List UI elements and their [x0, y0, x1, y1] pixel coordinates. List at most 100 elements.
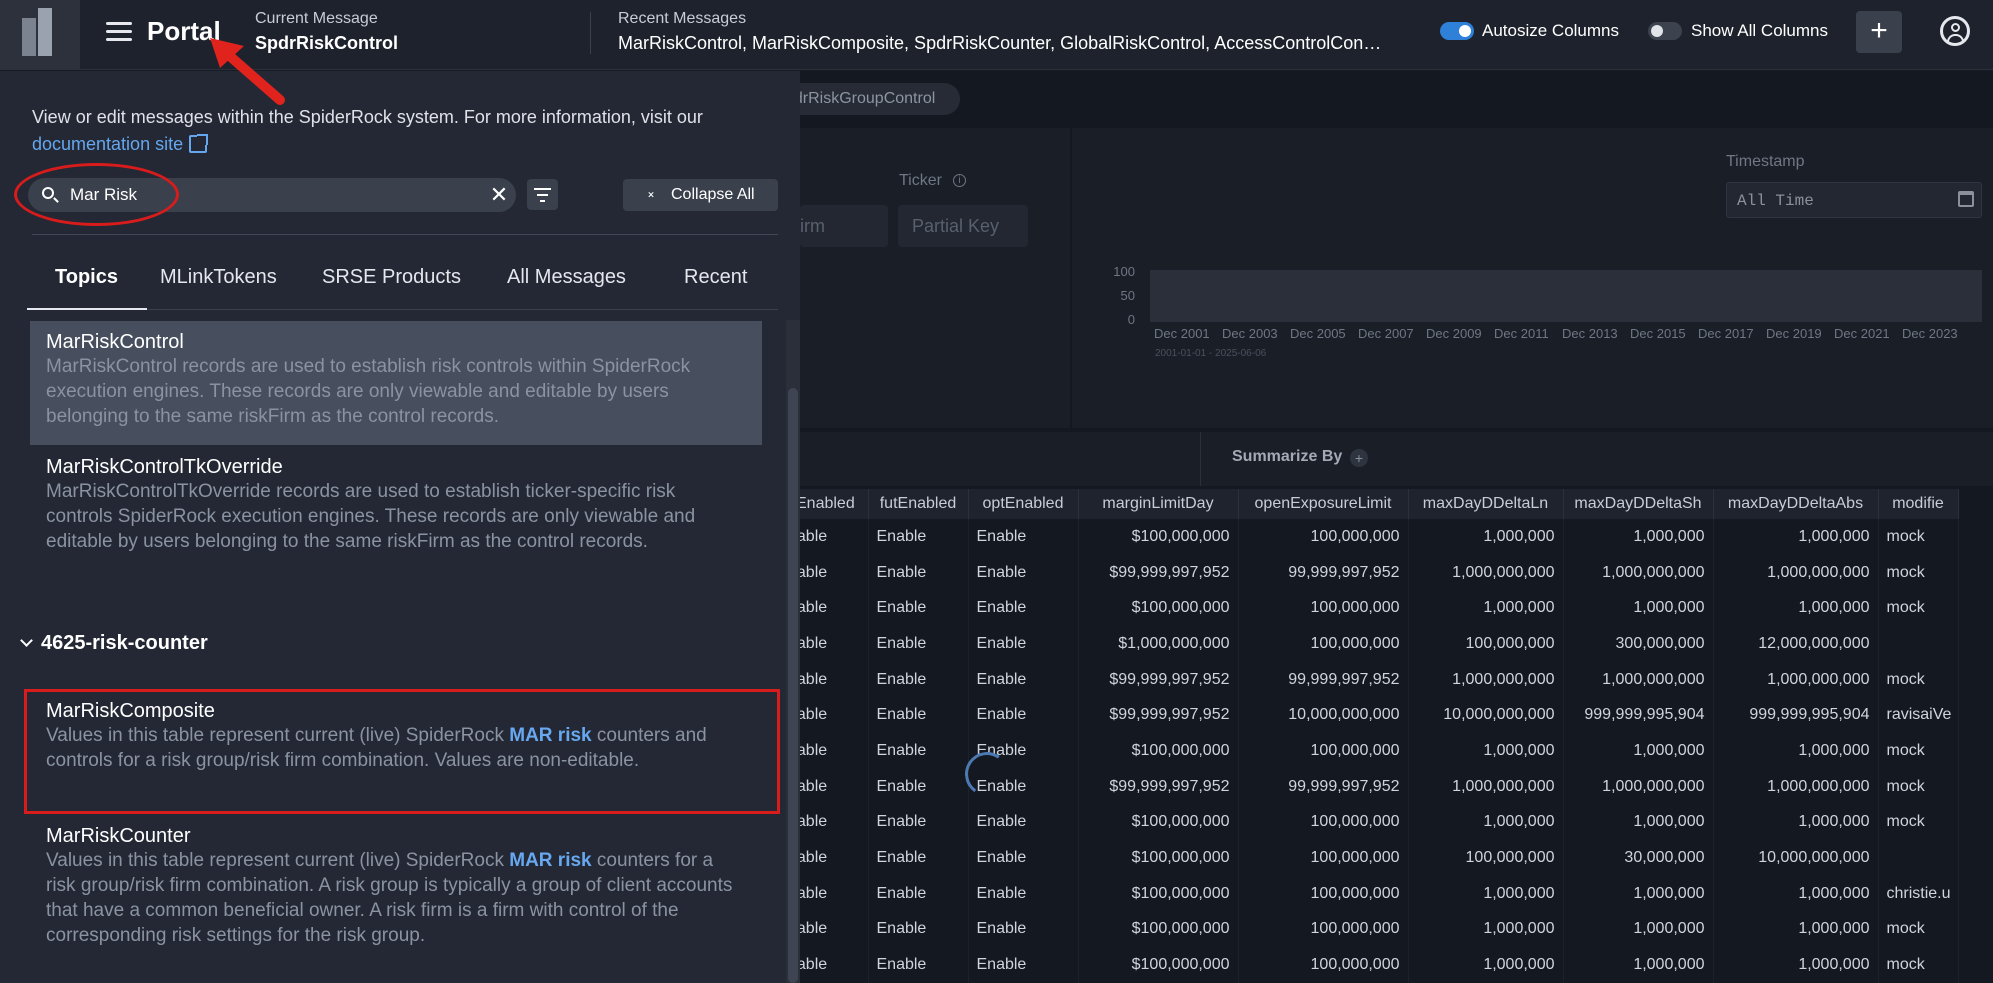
table-cell: mock — [1878, 590, 1959, 627]
tab-srse-products[interactable]: SRSE Products — [322, 266, 461, 289]
firm-input[interactable]: irm — [800, 205, 888, 247]
table-cell: 10,000,000,000 — [1238, 697, 1409, 734]
column-header[interactable]: marginLimitDay — [1078, 489, 1239, 519]
table-cell: $99,999,997,952 — [1078, 768, 1239, 805]
table-cell: 1,000,000 — [1408, 590, 1564, 627]
autosize-columns-label: Autosize Columns — [1482, 21, 1620, 40]
table-cell: 1,000,000,000 — [1408, 768, 1564, 805]
annotation-arrow — [210, 38, 285, 105]
table-row[interactable]: nable Enable Enable $99,999,997,952 99,999,9… — [780, 661, 1959, 698]
calendar-icon[interactable] — [1958, 191, 1974, 207]
tab-recent[interactable]: Recent — [684, 266, 747, 289]
table-cell: ravisaiVe — [1878, 697, 1959, 734]
table-cell: 99,999,997,952 — [1238, 554, 1409, 591]
scrollbar-thumb[interactable] — [788, 388, 798, 983]
filter-icon[interactable] — [527, 179, 558, 210]
item-title: MarRiskCounter — [46, 825, 191, 847]
active-tab-indicator — [27, 308, 147, 310]
column-header[interactable]: maxDayDDeltaLn — [1408, 489, 1564, 519]
table-row[interactable]: nable Enable Enable $99,999,997,952 10,000,0… — [780, 697, 1959, 734]
table-cell: Enable — [968, 911, 1079, 948]
table-cell: Enable — [968, 840, 1079, 876]
x-tick: Dec 2001 — [1154, 326, 1210, 341]
x-tick: Dec 2021 — [1834, 326, 1890, 341]
timestamp-input[interactable]: All Time — [1726, 182, 1982, 218]
x-tick: Dec 2009 — [1426, 326, 1482, 341]
table-row[interactable]: nable Enable Enable $100,000,000 100,000,000… — [780, 519, 1959, 555]
table-cell: 1,000,000 — [1713, 519, 1879, 555]
ticker-label: Ticker — [899, 172, 942, 189]
x-tick: Dec 2013 — [1562, 326, 1618, 341]
table-row[interactable]: nable Enable Enable $100,000,000 100,000,000… — [780, 733, 1959, 769]
table-cell: 100,000,000 — [1238, 590, 1409, 627]
autosize-columns-toggle[interactable] — [1440, 22, 1474, 40]
column-header[interactable]: maxDayDDeltaSh — [1563, 489, 1714, 519]
intro-text: View or edit messages within the SpiderR… — [32, 107, 703, 127]
table-cell: $1,000,000,000 — [1078, 626, 1239, 662]
x-tick: Dec 2015 — [1630, 326, 1686, 341]
column-header[interactable]: openExposureLimit — [1238, 489, 1409, 519]
list-item-marriskcontrol[interactable]: MarRiskControl MarRiskControl records ar… — [30, 321, 762, 445]
collapse-icon: ⌄ ⌃ — [646, 184, 657, 206]
user-icon[interactable] — [1940, 16, 1970, 46]
timeline-range-bar[interactable] — [1150, 270, 1982, 322]
add-summary-icon[interactable]: + — [1350, 449, 1368, 467]
documentation-link[interactable]: documentation site — [32, 134, 183, 154]
table-row[interactable]: nable Enable Enable $100,000,000 100,000,000… — [780, 911, 1959, 948]
x-tick: Dec 2011 — [1494, 326, 1549, 341]
table-cell: 1,000,000 — [1408, 733, 1564, 769]
tab-topics[interactable]: Topics — [55, 266, 118, 289]
table-cell: mock — [1878, 661, 1959, 698]
table-row[interactable]: nable Enable Enable $100,000,000 100,000,000… — [780, 840, 1959, 876]
table-cell: Enable — [868, 911, 969, 948]
table-cell: 1,000,000 — [1563, 875, 1714, 912]
menu-icon[interactable] — [106, 22, 132, 44]
table-row[interactable]: nable Enable Enable $100,000,000 100,000,000… — [780, 875, 1959, 912]
table-row[interactable]: nable Enable Enable $100,000,000 100,000,000… — [780, 947, 1959, 983]
collapse-all-button[interactable]: ⌄ ⌃ Collapse All — [623, 179, 778, 211]
date-range-text: 2001-01-01 - 2025-06-06 — [1155, 348, 1267, 359]
recent-messages-value[interactable]: MarRiskControl, MarRiskComposite, SpdrRi… — [618, 33, 1418, 54]
table-cell: 1,000,000 — [1563, 911, 1714, 948]
table-row[interactable]: nable Enable Enable $1,000,000,000 100,000,0… — [780, 626, 1959, 662]
add-button[interactable]: + — [1856, 11, 1902, 53]
tab-all-messages[interactable]: All Messages — [507, 266, 626, 289]
item-description: MarRiskControlTkOverride records are use… — [46, 481, 696, 552]
table-cell: Enable — [868, 626, 969, 662]
table-cell: $100,000,000 — [1078, 519, 1239, 555]
partial-key-input[interactable]: Partial Key — [898, 205, 1028, 247]
group-header[interactable]: 4625-risk-counter — [20, 632, 208, 655]
column-header[interactable]: modifie — [1878, 489, 1959, 519]
table-cell: $100,000,000 — [1078, 840, 1239, 876]
table-cell: 1,000,000 — [1408, 911, 1564, 948]
column-header[interactable]: futEnabled — [868, 489, 969, 519]
table-row[interactable]: nable Enable Enable $99,999,997,952 99,999,9… — [780, 768, 1959, 805]
tab-mlinktokens[interactable]: MLinkTokens — [160, 266, 277, 289]
table-cell: $99,999,997,952 — [1078, 554, 1239, 591]
summarize-by-label: Summarize By — [1232, 448, 1343, 465]
table-cell: 1,000,000 — [1713, 911, 1879, 948]
table-cell: 1,000,000 — [1563, 804, 1714, 841]
list-item-marriskcontroltkoverride[interactable]: MarRiskControlTkOverride MarRiskControlT… — [30, 446, 762, 586]
x-tick: Dec 2007 — [1358, 326, 1414, 341]
table-cell: Enable — [868, 697, 969, 734]
spiderrock-logo[interactable] — [0, 0, 80, 70]
table-cell: Enable — [868, 554, 969, 591]
external-link-icon[interactable] — [189, 134, 209, 153]
column-header[interactable]: maxDayDDeltaAbs — [1713, 489, 1879, 519]
table-row[interactable]: nable Enable Enable $100,000,000 100,000,000… — [780, 590, 1959, 627]
table-row[interactable]: nable Enable Enable $99,999,997,952 99,999,9… — [780, 554, 1959, 591]
y-tick: 50 — [1120, 288, 1135, 303]
table-cell: 1,000,000 — [1563, 519, 1714, 555]
list-item-marriskcounter[interactable]: MarRiskCounter Values in this table repr… — [30, 815, 762, 980]
clear-icon[interactable]: ✕ — [488, 182, 510, 208]
table-cell: 99,999,997,952 — [1238, 661, 1409, 698]
table-cell: Enable — [868, 875, 969, 912]
table-cell: 1,000,000 — [1563, 733, 1714, 769]
show-all-columns-toggle[interactable] — [1648, 22, 1682, 40]
table-cell: 1,000,000 — [1713, 733, 1879, 769]
column-header[interactable]: optEnabled — [968, 489, 1079, 519]
table-row[interactable]: nable Enable Enable $100,000,000 100,000,000… — [780, 804, 1959, 841]
annotation-ellipse — [14, 163, 179, 226]
info-icon[interactable]: i — [953, 174, 966, 187]
